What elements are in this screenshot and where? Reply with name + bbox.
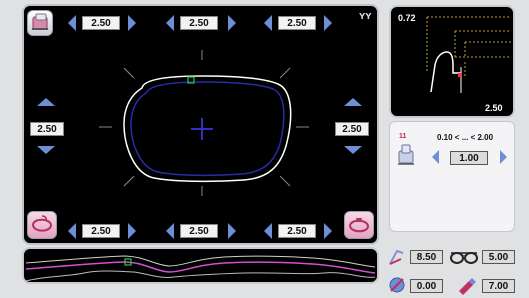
bottom-right-decrease-button[interactable] bbox=[264, 223, 272, 239]
thickness-control-panel: 11 0.10 < ... < 2.00 1.00 bbox=[389, 121, 515, 232]
bottom-right-value[interactable]: 2.50 bbox=[278, 224, 316, 238]
thickness-value[interactable]: 1.00 bbox=[450, 151, 488, 165]
bottom-left-value[interactable]: 2.50 bbox=[82, 224, 120, 238]
profile-section-graph bbox=[426, 16, 511, 93]
lens-shape-canvas[interactable] bbox=[24, 6, 377, 243]
bottom-center-decrease-button[interactable] bbox=[166, 223, 174, 239]
stamp-icon bbox=[348, 218, 370, 233]
glasses-icon[interactable] bbox=[449, 248, 479, 266]
profile-view-panel: 0.72 2.50 bbox=[389, 5, 515, 118]
bottom-left-increase-button[interactable] bbox=[128, 223, 136, 239]
bottom-right-increase-button[interactable] bbox=[324, 223, 332, 239]
frame-value[interactable]: 5.00 bbox=[482, 250, 515, 264]
thickness-label-number: 11 bbox=[399, 133, 407, 140]
center-cross-icon bbox=[191, 118, 213, 140]
thickness-gauge-icon bbox=[398, 144, 414, 165]
lens-shape-icon bbox=[31, 215, 53, 232]
bevel-profile-strip[interactable] bbox=[22, 247, 379, 284]
bottom-center-value[interactable]: 2.50 bbox=[180, 224, 218, 238]
lens-shape-button[interactable] bbox=[27, 211, 57, 239]
drill-value[interactable]: 0.00 bbox=[410, 279, 443, 293]
bottom-left-decrease-button[interactable] bbox=[68, 223, 76, 239]
thickness-increase-button[interactable] bbox=[500, 150, 507, 164]
shape-editor-panel: ʏʏ 2.50 2.50 2.50 2.50 2.50 2.50 2.50 2.… bbox=[22, 4, 379, 245]
thickness-decrease-button[interactable] bbox=[432, 150, 439, 164]
bottom-center-increase-button[interactable] bbox=[228, 223, 236, 239]
pen-icon[interactable] bbox=[456, 275, 478, 295]
bevel-value[interactable]: 8.50 bbox=[410, 250, 443, 264]
pen-value[interactable]: 7.00 bbox=[482, 279, 515, 293]
drill-icon[interactable] bbox=[387, 275, 407, 295]
thickness-range-text: 0.10 < ... < 2.00 bbox=[437, 133, 494, 142]
stamp-button[interactable] bbox=[344, 211, 374, 239]
bevel-icon[interactable] bbox=[387, 247, 407, 267]
bevel-profile-graph bbox=[25, 255, 376, 282]
